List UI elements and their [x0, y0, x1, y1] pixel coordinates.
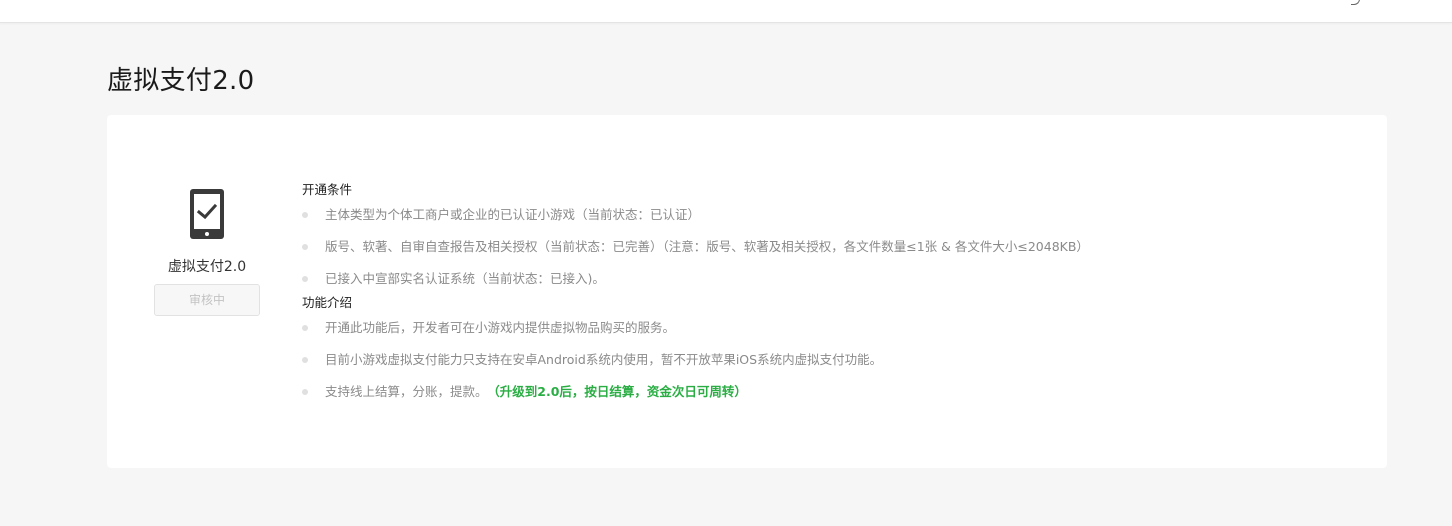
feature-summary: 虚拟支付2.0 审核中	[153, 189, 261, 316]
list-item: 支持线上结算，分账，提款。 （升级到2.0后，按日结算，资金次日可周转）	[302, 383, 1362, 401]
feature-name: 虚拟支付2.0	[167, 259, 247, 275]
list-item-text: 主体类型为个体工商户或企业的已认证小游戏（当前状态：已认证）	[325, 207, 701, 222]
bullet-dot-icon	[302, 244, 308, 250]
review-status-button[interactable]: 审核中	[154, 284, 260, 316]
conditions-list: 主体类型为个体工商户或企业的已认证小游戏（当前状态：已认证） 版号、软著、自审自…	[302, 206, 1362, 288]
header-menu-icon[interactable]	[1351, 0, 1360, 5]
bullet-dot-icon	[302, 276, 308, 282]
phone-check-icon	[190, 189, 224, 239]
feature-card: 虚拟支付2.0 审核中 开通条件 主体类型为个体工商户或企业的已认证小游戏（当前…	[107, 115, 1387, 468]
list-item-text: 目前小游戏虚拟支付能力只支持在安卓Android系统内使用，暂不开放苹果iOS系…	[325, 352, 883, 367]
conditions-title: 开通条件	[302, 182, 353, 197]
settlement-highlight: （升级到2.0后，按日结算，资金次日可周转）	[493, 384, 747, 399]
intro-list: 开通此功能后，开发者可在小游戏内提供虚拟物品购买的服务。 目前小游戏虚拟支付能力…	[302, 319, 1362, 401]
list-item: 目前小游戏虚拟支付能力只支持在安卓Android系统内使用，暂不开放苹果iOS系…	[302, 351, 1362, 369]
list-item: 版号、软著、自审自查报告及相关授权（当前状态：已完善）（注意：版号、软著及相关授…	[302, 238, 1362, 256]
list-item-text: 支持线上结算，分账，提款。	[325, 384, 488, 399]
bullet-dot-icon	[302, 212, 308, 218]
feature-details: 开通条件 主体类型为个体工商户或企业的已认证小游戏（当前状态：已认证） 版号、软…	[302, 181, 1362, 407]
list-item-text: 开通此功能后，开发者可在小游戏内提供虚拟物品购买的服务。	[325, 320, 676, 335]
list-item-text: 版号、软著、自审自查报告及相关授权（当前状态：已完善）（注意：版号、软著及相关授…	[325, 239, 1089, 254]
list-item: 已接入中宣部实名认证系统（当前状态：已接入)。	[302, 270, 1362, 288]
list-item-text: 已接入中宣部实名认证系统（当前状态：已接入)。	[325, 271, 605, 286]
intro-title: 功能介绍	[302, 295, 353, 310]
list-item: 主体类型为个体工商户或企业的已认证小游戏（当前状态：已认证）	[302, 206, 1362, 224]
bullet-dot-icon	[302, 389, 308, 395]
bullet-dot-icon	[302, 357, 308, 363]
bullet-dot-icon	[302, 325, 308, 331]
top-header-bar	[0, 0, 1452, 23]
page-title: 虚拟支付2.0	[107, 66, 255, 96]
list-item: 开通此功能后，开发者可在小游戏内提供虚拟物品购买的服务。	[302, 319, 1362, 337]
